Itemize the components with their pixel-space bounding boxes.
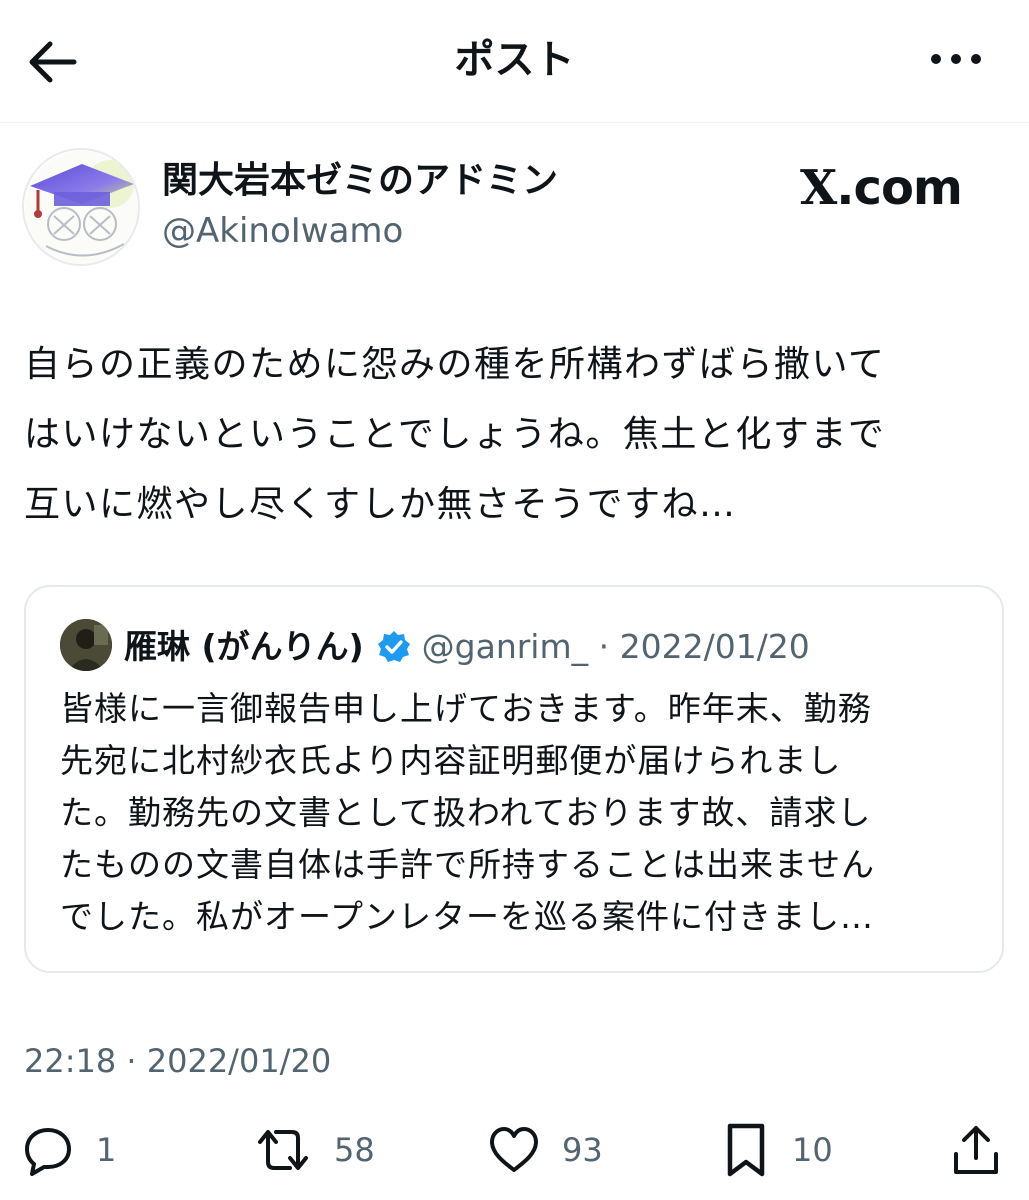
bookmark-count: 10 <box>792 1131 833 1169</box>
repost-count: 58 <box>334 1131 375 1169</box>
reply-icon <box>25 1128 71 1176</box>
quote-author-name[interactable]: 雁琳 (がんりん) <box>124 623 364 671</box>
action-bar: 1 58 93 10 <box>0 1118 1029 1182</box>
post-text: 自らの正義のために怨みの種を所構わずばら撒いて はいけないということでしょうね。… <box>24 344 886 525</box>
avatar-image <box>25 151 138 264</box>
like-count: 93 <box>562 1131 603 1169</box>
reply-count: 1 <box>96 1131 117 1169</box>
more-horizontal-icon <box>931 54 981 64</box>
like-button[interactable]: 93 <box>488 1118 603 1182</box>
brand-logo-text: X.com <box>800 160 963 216</box>
quote-author-avatar[interactable] <box>60 619 112 671</box>
verified-badge-icon <box>376 629 412 665</box>
author-name[interactable]: 関大岩本ゼミのアドミン <box>162 158 558 204</box>
quote-handle-date: @ganrim_ · 2022/01/20 <box>421 627 810 666</box>
quoted-post[interactable]: 雁琳 (がんりん) @ganrim_ · 2022/01/20 皆様に一言御報告… <box>24 585 1004 973</box>
quote-avatar-image <box>60 619 112 671</box>
post-timestamp[interactable]: 22:18 · 2022/01/20 <box>24 1038 331 1084</box>
author-handle[interactable]: @AkinoIwamo <box>162 208 403 254</box>
bookmark-button[interactable]: 10 <box>722 1118 833 1182</box>
bookmark-icon <box>727 1123 765 1177</box>
header-divider <box>0 122 1029 123</box>
quote-header: 雁琳 (がんりん) @ganrim_ · 2022/01/20 <box>124 623 810 671</box>
repost-icon <box>258 1130 308 1170</box>
top-bar: ポスト <box>0 0 1029 120</box>
share-button[interactable] <box>950 1118 1002 1182</box>
brand-logo: X.com <box>800 160 963 216</box>
more-options-button[interactable] <box>926 34 986 84</box>
reply-button[interactable]: 1 <box>22 1118 116 1182</box>
heart-icon <box>490 1127 538 1172</box>
share-icon <box>954 1126 998 1174</box>
author-avatar[interactable] <box>22 148 140 266</box>
page-title: ポスト <box>454 37 575 83</box>
quote-text: 皆様に一言御報告申し上げておきます。昨年末、勤務 先宛に北村紗衣氏より内容証明郵… <box>60 689 876 936</box>
repost-button[interactable]: 58 <box>254 1118 375 1182</box>
